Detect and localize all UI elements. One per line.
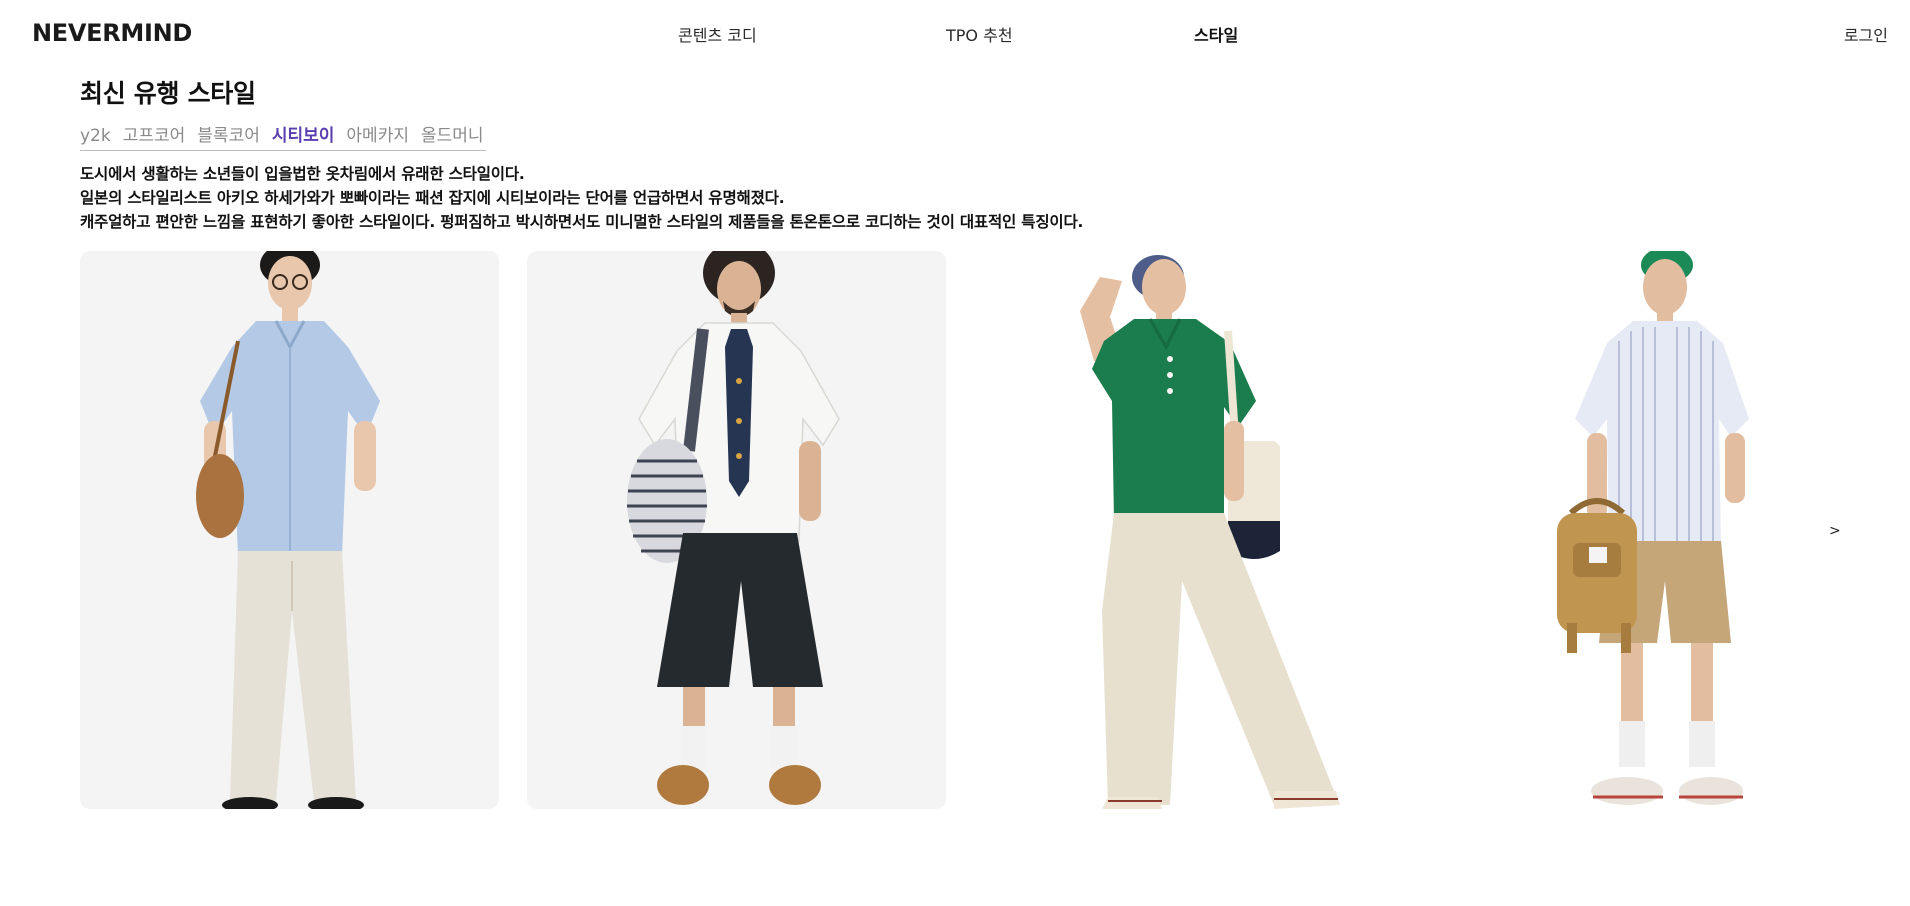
tab-old-money[interactable]: 올드머니	[421, 124, 484, 150]
outfit-photo	[627, 251, 840, 805]
outfit-photo	[1557, 251, 1749, 805]
tab-cityboy[interactable]: 시티보이	[272, 124, 335, 150]
description-line: 캐주얼하고 편안한 느낌을 표현하기 좋아한 스타일이다. 펑퍼짐하고 박시하면…	[80, 213, 1084, 231]
tab-gorpcore[interactable]: 고프코어	[123, 124, 186, 150]
nav-content-codi[interactable]: 콘텐츠 코디	[678, 22, 757, 46]
outfit-card[interactable]	[1421, 251, 1840, 809]
description-line: 일본의 스타일리스트 아키오 하세가와가 뽀빠이라는 패션 잡지에 시티보이라는…	[80, 189, 785, 207]
page-title: 최신 유행 스타일	[80, 79, 256, 108]
tab-amekaji[interactable]: 아메카지	[346, 124, 409, 150]
nav-tpo-recommend[interactable]: TPO 추천	[946, 22, 1013, 46]
style-gallery	[80, 251, 1840, 809]
outfit-photo	[1080, 255, 1340, 809]
description-line: 도시에서 생활하는 소년들이 입을법한 옷차림에서 유래한 스타일이다.	[80, 165, 525, 183]
carousel-next-button[interactable]: >	[1829, 523, 1841, 539]
nav-style[interactable]: 스타일	[1194, 22, 1238, 46]
outfit-photo	[196, 251, 380, 809]
site-logo[interactable]: NEVERMIND	[32, 19, 192, 47]
outfit-card[interactable]	[527, 251, 946, 809]
tab-blokecore[interactable]: 블록코어	[197, 124, 260, 150]
site-header: NEVERMIND 콘텐츠 코디 TPO 추천 스타일 로그인	[0, 0, 1910, 70]
tab-y2k[interactable]: y2k	[80, 124, 111, 150]
style-description: 도시에서 생활하는 소년들이 입을법한 옷차림에서 유래한 스타일이다. 일본의…	[80, 162, 1083, 234]
outfit-card[interactable]	[974, 251, 1393, 809]
style-tabs: y2k 고프코어 블록코어 시티보이 아메카지 올드머니	[80, 124, 486, 151]
outfit-card[interactable]	[80, 251, 499, 809]
login-link[interactable]: 로그인	[1844, 22, 1888, 46]
